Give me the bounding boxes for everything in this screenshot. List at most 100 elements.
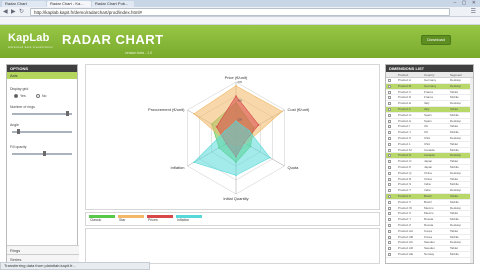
data-point[interactable]	[223, 130, 226, 133]
data-point[interactable]	[281, 110, 283, 113]
row-checkbox[interactable]	[388, 131, 391, 135]
table-cell: Product E	[398, 101, 412, 106]
table-cell: Spain	[424, 118, 432, 123]
row-checkbox[interactable]	[388, 212, 391, 216]
row-checkbox[interactable]	[388, 171, 391, 175]
row-checkbox[interactable]	[388, 125, 391, 129]
address-bar: ◀ ▶ ↻ ☰	[0, 7, 480, 17]
row-checkbox[interactable]	[388, 107, 391, 111]
row-checkbox[interactable]	[388, 200, 391, 204]
table-cell: Korea	[424, 228, 433, 233]
data-point[interactable]	[257, 124, 260, 126]
table-cell: India	[424, 182, 431, 187]
row-checkbox[interactable]	[388, 102, 391, 106]
legend-item[interactable]: Classic	[89, 215, 115, 223]
opacity-slider[interactable]	[12, 153, 72, 155]
legend-item[interactable]: Star	[118, 215, 144, 223]
page-title: RADAR CHART	[62, 32, 164, 47]
data-point[interactable]	[215, 126, 218, 128]
table-cell: France	[424, 89, 434, 94]
kaplab-logo[interactable]: KapLab	[8, 32, 50, 44]
row-checkbox[interactable]	[388, 160, 391, 164]
row-checkbox[interactable]	[388, 206, 391, 210]
tick-label: 400	[238, 99, 243, 103]
data-point[interactable]	[235, 84, 237, 87]
legend-label: Classic	[90, 218, 102, 222]
table-cell: Desktop	[450, 83, 462, 88]
data-point[interactable]	[235, 174, 237, 177]
table-cell: Desktop	[450, 222, 462, 227]
rings-label: Number of rings	[10, 105, 35, 109]
rings-slider[interactable]	[12, 113, 72, 115]
row-checkbox[interactable]	[388, 229, 391, 233]
forward-icon[interactable]: ▶	[11, 8, 16, 16]
row-checkbox[interactable]	[388, 148, 391, 152]
legend-label: Prices	[148, 218, 158, 222]
data-point[interactable]	[269, 156, 271, 159]
row-checkbox[interactable]	[388, 154, 391, 158]
row-checkbox[interactable]	[388, 194, 391, 198]
row-checkbox[interactable]	[388, 119, 391, 123]
row-checkbox[interactable]	[388, 177, 391, 181]
angle-slider[interactable]	[12, 131, 72, 133]
table-cell: Mobile	[450, 112, 459, 117]
details-panel	[85, 228, 380, 264]
table-cell: Product AB	[398, 234, 414, 239]
row-checkbox[interactable]	[388, 223, 391, 227]
row-checkbox[interactable]	[388, 79, 391, 82]
row-checkbox[interactable]	[388, 189, 391, 193]
table-cell: Product C	[398, 89, 412, 94]
row-checkbox[interactable]	[388, 247, 391, 251]
chart-legend: Classic Star Prices Inflation	[85, 212, 380, 226]
row-checkbox[interactable]	[388, 142, 391, 146]
row-checkbox[interactable]	[388, 84, 391, 88]
table-row[interactable]: Product AE Norway Mobile	[386, 252, 473, 258]
wrench-icon[interactable]: ☰	[471, 8, 476, 16]
row-checkbox[interactable]	[388, 165, 391, 169]
table-cell: Product S	[398, 182, 412, 187]
rings-slider-thumb[interactable]	[66, 111, 70, 116]
table-cell: Tablet	[450, 159, 459, 164]
row-checkbox[interactable]	[388, 183, 391, 187]
angle-slider-thumb[interactable]	[16, 129, 20, 134]
options-body: Display grid Yes No Number of rings Angl…	[10, 83, 74, 209]
window-controls[interactable]: – ▢ ✕	[454, 0, 478, 7]
back-icon[interactable]: ◀	[3, 8, 8, 16]
table-cell: Desktop	[450, 101, 462, 106]
table-cell: Desktop	[450, 118, 462, 123]
data-point[interactable]	[235, 95, 237, 97]
table-cell: China	[424, 176, 432, 181]
table-cell: Mobile	[450, 147, 459, 152]
row-checkbox[interactable]	[388, 235, 391, 239]
url-input[interactable]	[30, 8, 450, 16]
row-checkbox[interactable]	[388, 218, 391, 222]
table-cell: China	[424, 170, 432, 175]
legend-item[interactable]: Inflation	[176, 215, 202, 223]
download-button[interactable]: Download	[421, 35, 451, 45]
data-point[interactable]	[248, 129, 250, 132]
grid-yes-radio[interactable]	[14, 94, 18, 98]
row-checkbox[interactable]	[388, 90, 391, 94]
legend-item[interactable]: Prices	[147, 215, 173, 223]
table-cell: Sweden	[424, 246, 435, 251]
data-point[interactable]	[193, 112, 195, 115]
row-checkbox[interactable]	[388, 241, 391, 245]
row-checkbox[interactable]	[388, 96, 391, 100]
options-section-axis[interactable]: Axis	[7, 72, 77, 79]
radar-chart[interactable]: 200 400 600Price (€/unit) Cost (€/unit) Quot…	[86, 65, 381, 211]
axis-label: Price (€/unit)	[225, 75, 248, 80]
list-scrollbar[interactable]	[470, 78, 473, 263]
version-label: version beta - 1.0	[125, 51, 153, 55]
table-cell: Product B	[398, 83, 412, 88]
grid-no-radio[interactable]	[36, 94, 40, 98]
row-checkbox[interactable]	[388, 252, 391, 256]
axis-label: Inflation	[170, 165, 184, 170]
rings-section[interactable]: Rings	[7, 245, 79, 254]
row-checkbox[interactable]	[388, 113, 391, 117]
data-point[interactable]	[193, 161, 195, 164]
reload-icon[interactable]: ↻	[19, 8, 24, 16]
opacity-slider-thumb[interactable]	[43, 151, 47, 156]
table-cell: Tablet	[450, 228, 459, 233]
row-checkbox[interactable]	[388, 136, 391, 140]
dimensions-list-rows: Product A Germany Desktop Product B Germany D…	[386, 78, 473, 258]
